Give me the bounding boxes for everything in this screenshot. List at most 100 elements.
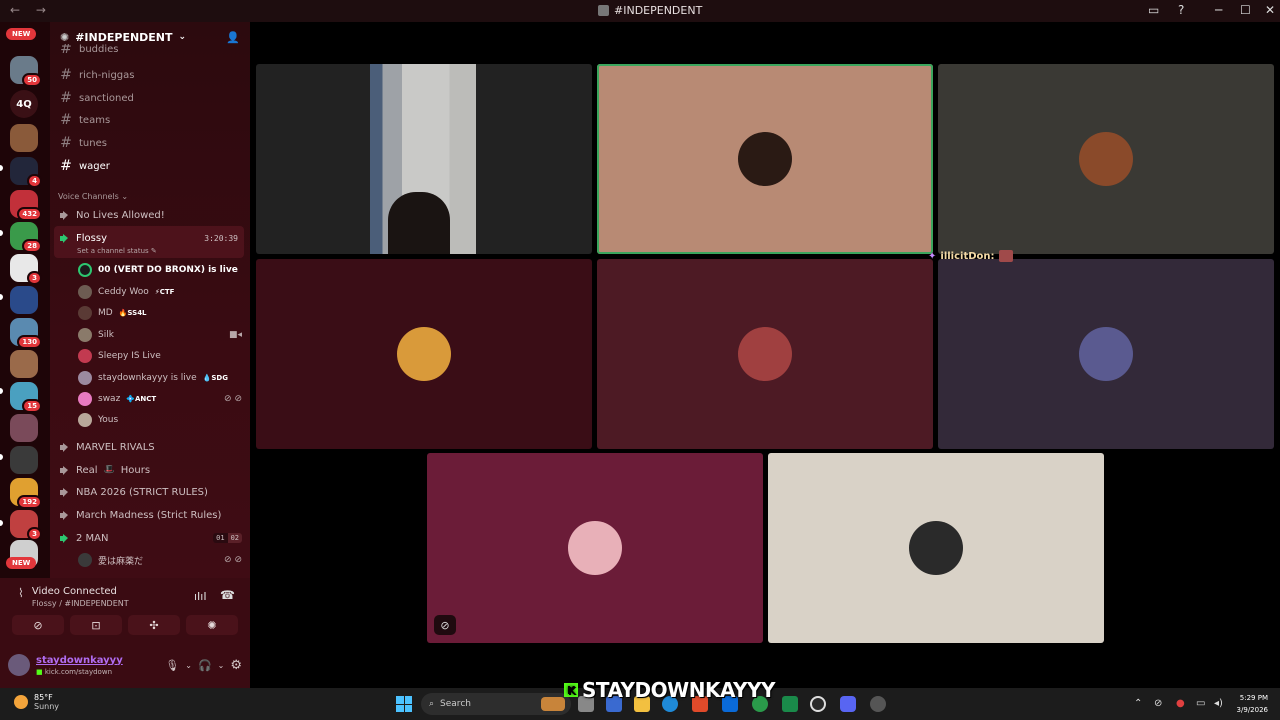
voice-user[interactable]: MD 🔥SS4L bbox=[78, 304, 242, 322]
microphone-icon[interactable]: ● bbox=[1176, 698, 1185, 709]
video-tile[interactable] bbox=[938, 259, 1274, 449]
voice-channel-march-madness[interactable]: March Madness (Strict Rules) bbox=[58, 505, 242, 525]
weather-desc: Sunny bbox=[34, 702, 60, 711]
noise-suppression-icon[interactable]: ıIıI bbox=[194, 590, 207, 603]
server-icon[interactable]: 28 bbox=[10, 222, 42, 253]
windows-start-icon[interactable] bbox=[396, 696, 412, 712]
voice-channel-no-lives[interactable]: No Lives Allowed! bbox=[58, 205, 242, 225]
server-icon[interactable] bbox=[10, 286, 38, 314]
server-4q[interactable]: 4Q bbox=[10, 90, 38, 118]
clock[interactable]: 5:29 PM 3/9/2026 bbox=[1232, 692, 1268, 716]
channel-name: Real bbox=[76, 464, 98, 476]
app-icon[interactable] bbox=[782, 696, 798, 712]
category-label: Voice Channels bbox=[58, 192, 119, 201]
headphones-icon[interactable]: 🎧 bbox=[198, 659, 212, 672]
disconnect-icon[interactable]: ☎ bbox=[220, 588, 235, 602]
voice-user[interactable]: staydownkayyy is live 💧SDG bbox=[78, 369, 242, 387]
add-member-icon[interactable]: 👤 bbox=[226, 31, 240, 44]
server-icon[interactable]: 3 bbox=[10, 254, 42, 285]
channel-teams[interactable]: # teams bbox=[60, 111, 110, 129]
server-icon[interactable]: 192 bbox=[10, 478, 42, 509]
server-icon[interactable]: 432 bbox=[10, 190, 42, 221]
video-tile[interactable] bbox=[597, 64, 933, 254]
voice-user[interactable]: swaz 💠ANCT ⊘ ⊘ bbox=[78, 390, 242, 408]
channel-name: March Madness (Strict Rules) bbox=[76, 509, 222, 521]
soundboard-icon: ✺ bbox=[207, 618, 217, 632]
inbox-icon[interactable]: ▭ bbox=[1148, 3, 1159, 17]
channel-sanctioned[interactable]: # sanctioned bbox=[60, 89, 134, 107]
video-tile[interactable]: ⊘ bbox=[427, 453, 763, 643]
video-tile[interactable] bbox=[256, 259, 592, 449]
server-icon[interactable] bbox=[10, 124, 38, 152]
close-button[interactable]: ✕ bbox=[1265, 3, 1275, 17]
voice-user[interactable]: 愛は麻薬だ ⊘ ⊘ bbox=[78, 551, 242, 569]
video-tile[interactable] bbox=[597, 259, 933, 449]
channel-rich[interactable]: # rich-niggas bbox=[60, 66, 134, 84]
channel-status-hint[interactable]: Set a channel status ✎ bbox=[77, 247, 157, 255]
channel-name: tunes bbox=[79, 137, 107, 149]
voice-user[interactable]: Ceddy Woo ⚡CTF bbox=[78, 283, 242, 301]
network-icon[interactable]: ⊘ bbox=[1154, 698, 1162, 709]
help-icon[interactable]: ? bbox=[1178, 3, 1184, 17]
voice-user[interactable]: Sleepy IS Live bbox=[78, 347, 242, 365]
voice-channel-nba[interactable]: NBA 2026 (STRICT RULES) bbox=[58, 482, 242, 502]
server-icon[interactable]: 4 bbox=[10, 157, 42, 188]
chevron-down-icon[interactable]: ⌄ bbox=[218, 661, 225, 670]
connection-subtitle[interactable]: Flossy / #INDEPENDENT bbox=[32, 599, 129, 608]
maximize-button[interactable]: ☐ bbox=[1240, 3, 1251, 17]
search-box[interactable]: ⌕ Search bbox=[421, 693, 571, 715]
voice-channel-flossy[interactable]: Flossy 3:20:39 bbox=[58, 228, 242, 248]
server-icon[interactable]: 3 bbox=[10, 510, 42, 541]
user-area[interactable]: staydownkayyy ■ kick.com/staydown 🎙 ⌄ 🎧 … bbox=[8, 650, 242, 680]
microphone-icon[interactable]: 🎙 bbox=[165, 659, 179, 672]
user-cap: 02 bbox=[227, 533, 242, 543]
gear-icon[interactable]: ⚙ bbox=[230, 658, 242, 673]
server-icon[interactable] bbox=[10, 350, 38, 378]
voice-connection-status: ⌇ Video Connected Flossy / #INDEPENDENT bbox=[18, 586, 129, 608]
app-icon[interactable] bbox=[810, 696, 826, 712]
mention-badge: 3 bbox=[27, 527, 42, 541]
screen-share-button[interactable]: ⊡ bbox=[70, 615, 122, 635]
channel-wager[interactable]: # wager bbox=[60, 157, 110, 175]
volume-icon[interactable]: ◂) bbox=[1214, 698, 1223, 709]
new-indicator[interactable]: NEW bbox=[6, 557, 37, 569]
voice-category[interactable]: Voice Channels ⌄ bbox=[58, 192, 128, 201]
weather-widget[interactable]: 85°F Sunny bbox=[14, 693, 59, 711]
chevron-down-icon[interactable]: ⌄ bbox=[185, 661, 192, 670]
new-indicator[interactable]: NEW bbox=[6, 28, 37, 40]
activities-button[interactable]: ✣ bbox=[128, 615, 180, 635]
camera-off-button[interactable]: ⊘ bbox=[12, 615, 64, 635]
avatar bbox=[78, 306, 92, 320]
server-icon[interactable]: 50 bbox=[10, 56, 42, 87]
voice-channel-marvel[interactable]: MARVEL RIVALS bbox=[58, 437, 242, 457]
chevron-up-icon[interactable]: ⌃ bbox=[1134, 698, 1142, 709]
voice-user[interactable]: Yous bbox=[78, 411, 242, 429]
connection-title: Video Connected bbox=[31, 586, 117, 597]
app-icon[interactable] bbox=[870, 696, 886, 712]
voice-channel-real-hours[interactable]: Real 🎩 Hours bbox=[58, 460, 242, 480]
voice-channel-2man[interactable]: 2 MAN 01 02 bbox=[58, 528, 242, 548]
nav-arrows[interactable]: ← → bbox=[10, 3, 52, 17]
channel-tunes[interactable]: # tunes bbox=[60, 134, 107, 152]
server-icon[interactable]: 15 bbox=[10, 382, 42, 413]
channel-partial[interactable]: # buddies bbox=[60, 44, 118, 54]
avatar bbox=[397, 327, 451, 381]
video-tile[interactable] bbox=[768, 453, 1104, 643]
display-icon[interactable]: ▭ bbox=[1196, 698, 1205, 709]
minimize-button[interactable]: ─ bbox=[1215, 3, 1222, 17]
window-title: #INDEPENDENT bbox=[598, 4, 702, 17]
video-tile[interactable] bbox=[256, 64, 592, 254]
channel-name: teams bbox=[79, 114, 111, 126]
server-icon[interactable]: 130 bbox=[10, 318, 42, 349]
voice-user[interactable]: 00 (VERT DO BRONX) is live bbox=[78, 261, 242, 279]
server-icon[interactable] bbox=[10, 414, 38, 442]
user-status: ■ kick.com/staydown bbox=[36, 668, 159, 676]
clan-tag: 💧SDG bbox=[202, 374, 228, 382]
video-tile[interactable] bbox=[938, 64, 1274, 254]
discord-icon[interactable] bbox=[840, 696, 856, 712]
voice-user[interactable]: Silk ■◂ bbox=[78, 326, 242, 344]
avatar bbox=[78, 392, 92, 406]
server-icon[interactable] bbox=[10, 446, 38, 474]
soundboard-button[interactable]: ✺ bbox=[186, 615, 238, 635]
channel-name: 2 MAN bbox=[76, 532, 109, 544]
